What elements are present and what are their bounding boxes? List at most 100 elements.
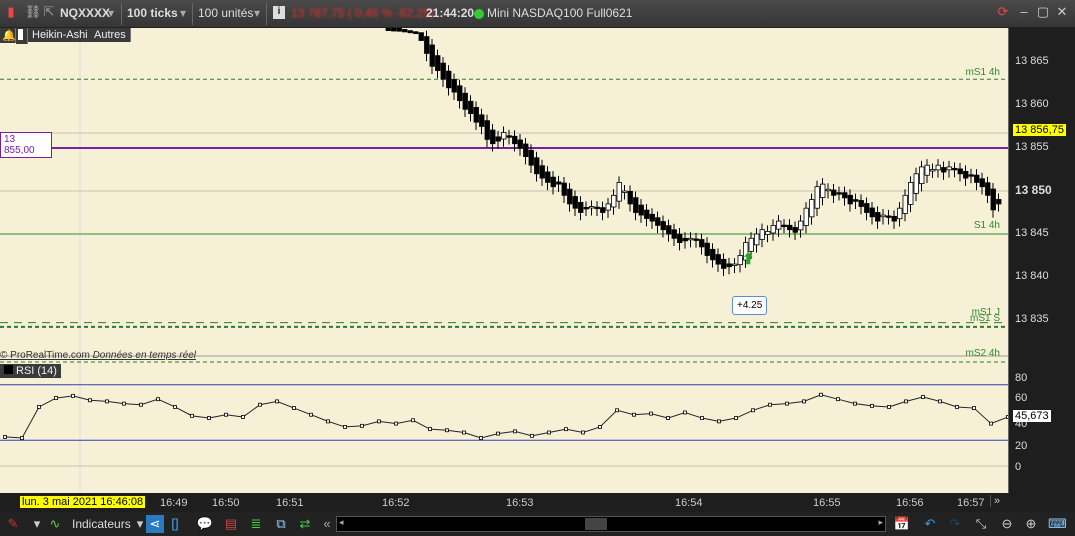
rsi-point xyxy=(870,403,874,408)
time-label: 16:51 xyxy=(276,497,304,509)
candle xyxy=(765,231,771,235)
keyboard-icon[interactable]: ⌨ xyxy=(1048,515,1067,533)
time-label: 16:54 xyxy=(675,497,703,509)
chevron-down-icon[interactable]: ▾ xyxy=(254,6,260,20)
rsi-point xyxy=(224,412,228,417)
candle xyxy=(600,207,606,213)
candle xyxy=(644,209,650,219)
candle xyxy=(902,194,908,214)
units-select[interactable]: 100 unités xyxy=(198,6,253,20)
candle xyxy=(534,157,540,175)
indicators-button[interactable]: Indicateurs xyxy=(72,517,131,531)
candle xyxy=(985,182,991,196)
time-axis[interactable]: lun. 3 mai 2021 16:46:08 16:49 16:50 16:… xyxy=(0,493,1008,512)
candle xyxy=(627,190,633,205)
rsi-point xyxy=(343,425,347,429)
cursor-date-label: lun. 3 mai 2021 16:46:08 xyxy=(20,496,146,508)
candle xyxy=(391,28,397,32)
cursor-icon[interactable]: ⇱ xyxy=(40,3,58,21)
candle xyxy=(418,32,424,41)
symbol-select[interactable]: NQXXXX xyxy=(60,6,110,20)
candle xyxy=(880,214,886,218)
rsi-point xyxy=(904,399,908,404)
compare-icon[interactable]: ⇄ xyxy=(296,515,314,533)
redo-icon[interactable]: ↷ xyxy=(946,515,964,533)
scroll-left-icon[interactable]: ◂ xyxy=(339,517,344,528)
current-rsi-label: 45,673 xyxy=(1013,410,1051,422)
maximize-icon[interactable]: ▢ xyxy=(1034,3,1052,21)
report-icon[interactable]: ▤ xyxy=(222,515,240,533)
price-label: 13 860 xyxy=(1015,98,1049,110)
candle xyxy=(809,199,815,218)
candle xyxy=(660,221,666,231)
rsi-point xyxy=(768,402,772,407)
clock: 21:44:20 xyxy=(426,6,475,20)
candle xyxy=(457,85,463,102)
brackets-icon[interactable]: [] xyxy=(166,515,184,533)
rsi-point xyxy=(989,421,993,426)
other-menu[interactable]: Autres xyxy=(90,28,131,42)
refresh-icon[interactable]: ⟳ xyxy=(994,3,1012,21)
candle xyxy=(424,36,430,54)
arrow-up-icon: ⬆ xyxy=(742,251,755,268)
share-icon[interactable]: ⋖ xyxy=(146,515,164,533)
price-label: 13 840 xyxy=(1015,270,1049,282)
rsi-label[interactable]: RSI (14) xyxy=(0,364,61,378)
indicators-icon[interactable]: ∿ xyxy=(46,515,64,533)
purple-level-label[interactable]: 13 855,00 xyxy=(0,132,52,158)
rsi-point xyxy=(955,405,959,409)
color-swatch[interactable] xyxy=(16,28,28,44)
rsi-point xyxy=(139,402,143,407)
rsi-point xyxy=(88,398,92,403)
scroll-right-icon[interactable]: ▸ xyxy=(878,517,883,528)
alert-bell-icon[interactable]: 🔔 xyxy=(0,28,16,43)
time-label: 16:57 xyxy=(957,497,985,509)
rsi-point xyxy=(394,421,398,426)
chevron-down-icon[interactable]: ▾ xyxy=(180,6,186,20)
orderbook-icon[interactable]: ≣ xyxy=(247,515,265,533)
ticks-select[interactable]: 100 ticks xyxy=(127,6,178,20)
chevron-down-icon[interactable]: ▾ xyxy=(28,515,46,533)
price-axis[interactable]: 13 865 13 860 13 855 13 850 13 845 13 84… xyxy=(1008,28,1075,493)
candle xyxy=(435,55,441,72)
candle xyxy=(814,186,820,209)
calendar-icon[interactable]: 📅 xyxy=(893,515,911,533)
scroll-right-button[interactable]: » xyxy=(990,495,1000,507)
price-chart[interactable]: 🔔 Heikin-Ashi Autres 13 855,00 mS1 4h S1… xyxy=(0,28,1008,493)
candle xyxy=(825,188,831,192)
candle xyxy=(550,176,556,188)
rsi-point xyxy=(54,396,58,400)
zoom-in-icon[interactable]: ⊕ xyxy=(1022,515,1040,533)
rsi-point xyxy=(683,410,687,415)
candle xyxy=(495,136,501,142)
draw-pencil-icon[interactable]: ✎ xyxy=(4,515,22,533)
candle xyxy=(732,263,738,267)
minimize-icon[interactable]: – xyxy=(1015,3,1033,21)
info-icon[interactable]: i xyxy=(273,6,285,19)
gain-annotation[interactable]: +4.25 xyxy=(732,296,768,315)
candle xyxy=(919,166,925,184)
comment-icon[interactable]: 💬 xyxy=(196,515,214,533)
candlestick-chart-icon[interactable]: ▮ xyxy=(2,3,20,21)
candle xyxy=(545,171,551,183)
horizontal-scrollbar[interactable]: ◂ ▸ xyxy=(336,516,886,532)
zoom-out-icon[interactable]: ⊖ xyxy=(998,515,1016,533)
candle xyxy=(556,181,562,185)
auto-zoom-icon[interactable]: ⤡ xyxy=(972,515,990,533)
scrollbar-thumb[interactable] xyxy=(585,518,607,530)
chart-type-label[interactable]: Heikin-Ashi xyxy=(28,28,93,42)
candle xyxy=(506,135,512,138)
close-icon[interactable]: ✕ xyxy=(1053,3,1071,21)
new-chart-icon[interactable]: ⧉ xyxy=(272,515,290,533)
rsi-point xyxy=(479,436,483,440)
candle xyxy=(429,44,435,67)
candle xyxy=(561,182,567,196)
rsi-point xyxy=(853,401,857,406)
collapse-left-icon[interactable]: « xyxy=(318,515,336,533)
rsi-point xyxy=(20,436,24,440)
candle xyxy=(462,92,468,110)
chevron-down-icon[interactable]: ▾ xyxy=(108,6,114,20)
undo-icon[interactable]: ↶ xyxy=(921,515,939,533)
rsi-point xyxy=(887,405,891,409)
rsi-point xyxy=(122,401,126,406)
